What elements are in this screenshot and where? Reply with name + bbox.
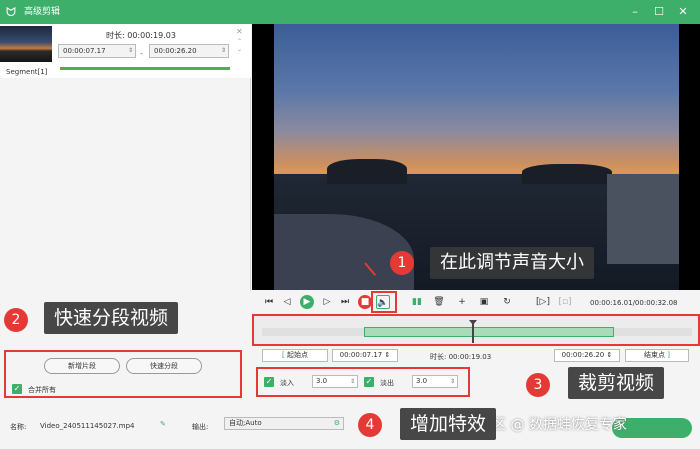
playback-timecode: 00:00:16.01/00:00:32.08 [590, 299, 678, 307]
annotation-trim: 裁剪视频 [568, 367, 665, 399]
fade-out-input[interactable]: 3.0 ⇕ [412, 375, 458, 388]
video-frame-island [327, 159, 407, 184]
skip-start-icon[interactable]: ⏮ [262, 295, 276, 309]
minimize-button[interactable]: – [626, 3, 644, 21]
stepper-icon[interactable]: ⇕ [221, 45, 226, 57]
move-up-icon[interactable]: ⌃ [237, 38, 242, 45]
mark-in-icon[interactable]: [▷] [536, 295, 550, 309]
player-controls: ⏮ ◁ ▶ ▷ ⏭ ■ 🔈 ▮▮ 🗑 + ▣ ↻ [▷] [▫] 00:00:1… [252, 291, 700, 315]
play-button[interactable]: ▶ [300, 295, 314, 309]
name-label: 名称: [10, 423, 27, 431]
output-label: 输出: [192, 423, 209, 431]
annotation-volume: 在此调节声音大小 [430, 247, 594, 279]
annotation-number-2: 2 [4, 308, 28, 332]
segment-end-field[interactable]: 00:00:26.20 ⇕ [149, 44, 229, 58]
annotation-number-1: 1 [390, 251, 414, 275]
settings-gear-icon[interactable]: ⚙ [334, 418, 340, 429]
stepper-icon[interactable]: ⇕ [128, 45, 133, 57]
segment-progress-bar [60, 67, 230, 70]
move-down-icon[interactable]: ⌄ [237, 46, 242, 53]
stop-button[interactable]: ■ [358, 295, 372, 309]
mark-out-icon[interactable]: [▫] [558, 295, 572, 309]
trim-bar: [ 起始点 00:00:07.17 ⇕ 时长: 00:00:19.03 00:0… [252, 345, 700, 365]
annotation-number-3: 3 [526, 373, 550, 397]
fade-in-input[interactable]: 3.0 ⇕ [312, 375, 358, 388]
merge-all-label: 合并所有 [28, 386, 56, 394]
delete-icon[interactable]: 🗑 [432, 295, 446, 309]
window-title: 高级剪辑 [24, 7, 61, 17]
reset-icon[interactable]: ↻ [500, 295, 514, 309]
edit-name-icon[interactable]: ✎ [160, 420, 166, 428]
segment-duration-label: 时长: 00:00:19.03 [106, 31, 176, 40]
playhead-handle[interactable] [469, 320, 477, 325]
title-bar: ᗢ 高级剪辑 – ☐ ✕ [0, 0, 700, 24]
video-frame-island [522, 164, 612, 184]
range-separator: - [140, 49, 143, 58]
playhead[interactable] [472, 323, 474, 343]
skip-end-icon[interactable]: ⏭ [338, 295, 352, 309]
app-logo-icon: ᗢ [6, 5, 16, 19]
annotation-number-4: 4 [358, 413, 382, 437]
new-segment-button[interactable]: 新增片段 [44, 358, 120, 374]
split-icon[interactable]: ▮▮ [410, 295, 424, 309]
trim-duration: 时长: 00:00:19.03 [430, 353, 492, 361]
close-button[interactable]: ✕ [674, 3, 692, 21]
fade-out-label: 淡出 [380, 379, 394, 387]
merge-all-checkbox[interactable]: ✓ [12, 384, 22, 394]
add-icon[interactable]: + [455, 295, 469, 309]
file-name: Video_240511145027.mp4 [40, 422, 135, 430]
prev-frame-icon[interactable]: ◁ [280, 295, 294, 309]
copy-icon[interactable]: ▣ [477, 295, 491, 309]
quick-split-button[interactable]: 快速分段 [126, 358, 202, 374]
timeline[interactable] [252, 315, 700, 345]
segment-thumbnail [0, 26, 52, 62]
timeline-selection[interactable] [364, 327, 614, 337]
stepper-icon[interactable]: ⇕ [350, 376, 355, 387]
segment-list-panel: Segment[1] 时长: 00:00:19.03 00:00:07.17 ⇕ … [0, 24, 251, 291]
annotation-effects: 增加特效 [400, 408, 497, 440]
set-end-button[interactable]: 结束点 ] [625, 349, 689, 362]
video-frame-house [607, 174, 679, 264]
segment-operations: 新增片段 快速分段 ✓ 合并所有 [0, 348, 251, 403]
end-time-field[interactable]: 00:00:26.20 ⇕ [554, 349, 620, 362]
maximize-button[interactable]: ☐ [650, 3, 668, 21]
output-settings-field[interactable]: 自动;Auto ⚙ [224, 417, 344, 430]
set-start-button[interactable]: [ 起始点 [262, 349, 328, 362]
segment-label: Segment[1] [6, 68, 48, 76]
segment-card[interactable]: Segment[1] 时长: 00:00:19.03 00:00:07.17 ⇕ … [0, 24, 251, 78]
fade-out-checkbox[interactable]: ✓ [364, 377, 374, 387]
segment-start-field[interactable]: 00:00:07.17 ⇕ [58, 44, 136, 58]
advanced-editor-window: ᗢ 高级剪辑 – ☐ ✕ Segment[1] 时长: 00:00:19.03 … [0, 0, 700, 449]
annotation-quick-split: 快速分段视频 [44, 302, 179, 334]
fade-in-label: 淡入 [280, 379, 294, 387]
delete-segment-icon[interactable]: ✕ [236, 27, 243, 36]
next-frame-icon[interactable]: ▷ [320, 295, 334, 309]
volume-button[interactable]: 🔈 [376, 295, 390, 309]
fade-in-checkbox[interactable]: ✓ [264, 377, 274, 387]
stepper-icon[interactable]: ⇕ [450, 376, 455, 387]
watermark: 社区 @ 数据蛙恢复专家 [478, 417, 627, 433]
start-time-field[interactable]: 00:00:07.17 ⇕ [332, 349, 398, 362]
